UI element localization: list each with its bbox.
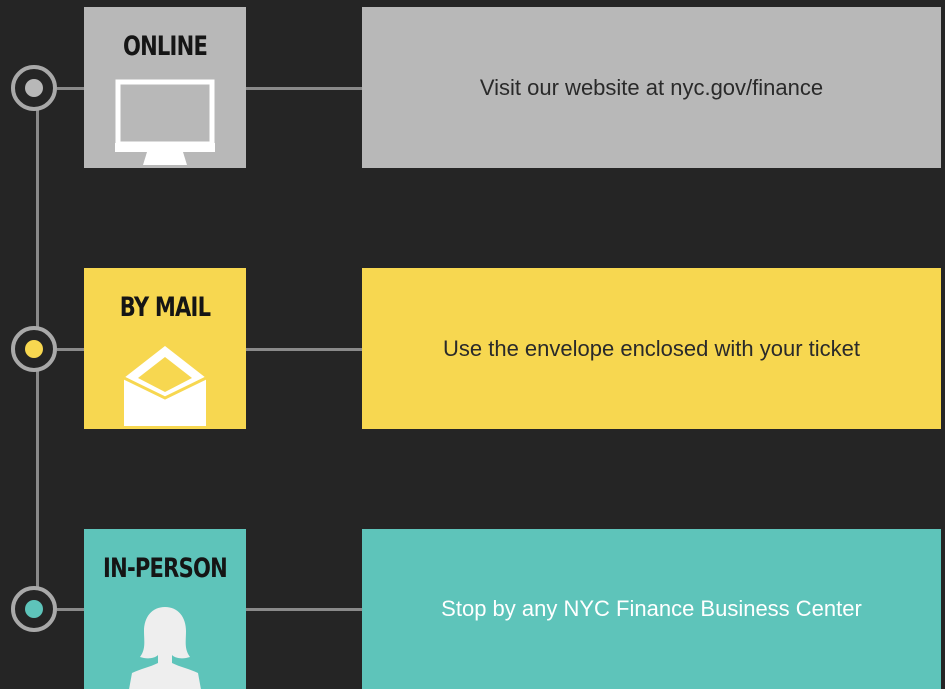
description-card-online: Visit our website at nyc.gov/finance — [362, 7, 941, 168]
channel-title-by-mail: BY MAIL — [119, 292, 211, 323]
channel-description-by-mail: Use the envelope enclosed with your tick… — [442, 335, 860, 361]
channel-title-online: ONLINE — [122, 31, 208, 62]
channel-description-online: Visit our website at nyc.gov/finance — [479, 74, 824, 100]
envelope-icon — [123, 346, 207, 426]
connector-left-by-mail — [57, 348, 84, 351]
node-dot — [25, 340, 43, 358]
timeline-node-online — [11, 65, 57, 111]
icon-card-by-mail: BY MAIL — [84, 268, 246, 429]
timeline-node-by-mail — [11, 326, 57, 372]
connector-right-by-mail — [246, 348, 362, 351]
monitor-icon — [115, 79, 215, 165]
node-dot — [25, 79, 43, 97]
connector-right-online — [246, 87, 362, 90]
icon-card-in-person: IN-PERSON — [84, 529, 246, 689]
channel-title-in-person: IN-PERSON — [103, 553, 228, 584]
node-dot — [25, 600, 43, 618]
connector-right-in-person — [246, 608, 362, 611]
person-icon — [129, 607, 201, 689]
connector-left-online — [57, 87, 84, 90]
timeline-node-in-person — [11, 586, 57, 632]
connector-left-in-person — [57, 608, 84, 611]
channel-description-in-person: Stop by any NYC Finance Business Center — [441, 596, 862, 621]
icon-card-online: ONLINE — [84, 7, 246, 168]
description-card-in-person: Stop by any NYC Finance Business Center — [362, 529, 941, 689]
description-card-by-mail: Use the envelope enclosed with your tick… — [362, 268, 941, 429]
